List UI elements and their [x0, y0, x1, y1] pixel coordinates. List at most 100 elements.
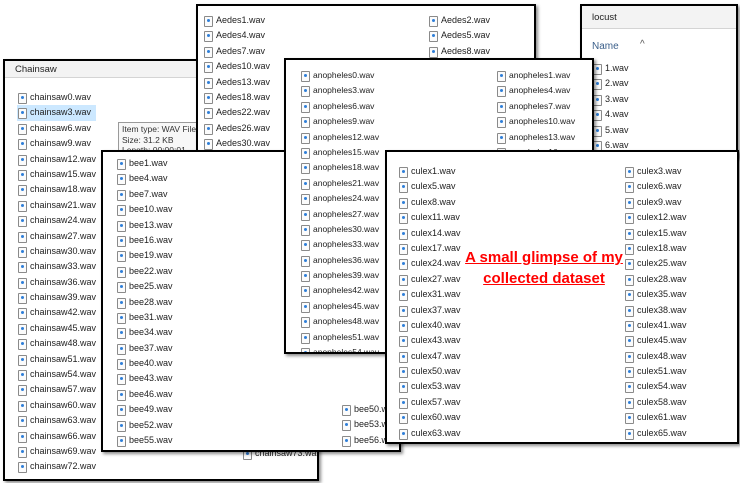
- file-item[interactable]: anopheles9.wav: [300, 114, 379, 129]
- file-item[interactable]: Aedes4.wav: [203, 28, 270, 43]
- file-item[interactable]: anopheles42.wav: [300, 283, 379, 298]
- file-item[interactable]: bee40.wav: [116, 356, 173, 371]
- file-item[interactable]: anopheles4.wav: [496, 83, 575, 98]
- name-column-header[interactable]: Name: [592, 41, 619, 52]
- file-item[interactable]: bee7.wav: [116, 187, 173, 202]
- file-item[interactable]: chainsaw33.wav: [17, 259, 96, 274]
- file-item[interactable]: anopheles51.wav: [300, 330, 379, 345]
- file-item[interactable]: anopheles30.wav: [300, 222, 379, 237]
- file-item[interactable]: anopheles10.wav: [496, 114, 575, 129]
- file-item[interactable]: culex63.wav: [398, 426, 461, 441]
- file-item[interactable]: culex1.wav: [398, 164, 461, 179]
- file-item[interactable]: culex15.wav: [624, 226, 687, 241]
- file-item[interactable]: anopheles39.wav: [300, 268, 379, 283]
- file-item[interactable]: chainsaw39.wav: [17, 290, 96, 305]
- file-item[interactable]: chainsaw42.wav: [17, 305, 96, 320]
- file-item[interactable]: bee34.wav: [116, 325, 173, 340]
- file-item[interactable]: culex3.wav: [624, 164, 687, 179]
- file-item[interactable]: chainsaw57.wav: [17, 382, 96, 397]
- file-item[interactable]: chainsaw30.wav: [17, 244, 96, 259]
- file-item[interactable]: culex60.wav: [398, 410, 461, 425]
- file-item[interactable]: bee19.wav: [116, 248, 173, 263]
- file-item[interactable]: bee28.wav: [116, 295, 173, 310]
- file-item[interactable]: bee4.wav: [116, 171, 173, 186]
- file-item[interactable]: chainsaw45.wav: [17, 321, 96, 336]
- file-item[interactable]: chainsaw63.wav: [17, 413, 96, 428]
- file-item[interactable]: anopheles1.wav: [496, 68, 575, 83]
- file-item[interactable]: culex8.wav: [398, 195, 461, 210]
- file-item[interactable]: culex5.wav: [398, 179, 461, 194]
- file-item[interactable]: bee13.wav: [116, 218, 173, 233]
- file-item[interactable]: culex65.wav: [624, 426, 687, 441]
- file-item[interactable]: anopheles15.wav: [300, 145, 379, 160]
- file-item[interactable]: 2.wav: [592, 76, 629, 91]
- file-item[interactable]: culex45.wav: [624, 333, 687, 348]
- file-item[interactable]: anopheles12.wav: [300, 130, 379, 145]
- file-item[interactable]: culex37.wav: [398, 303, 461, 318]
- file-item[interactable]: chainsaw66.wav: [17, 429, 96, 444]
- file-item[interactable]: anopheles21.wav: [300, 176, 379, 191]
- file-item[interactable]: bee10.wav: [116, 202, 173, 217]
- file-item[interactable]: bee37.wav: [116, 341, 173, 356]
- file-item[interactable]: Aedes1.wav: [203, 13, 270, 28]
- file-item[interactable]: chainsaw60.wav: [17, 398, 96, 413]
- file-item[interactable]: culex58.wav: [624, 395, 687, 410]
- file-item[interactable]: bee16.wav: [116, 233, 173, 248]
- file-item[interactable]: culex14.wav: [398, 226, 461, 241]
- file-item[interactable]: chainsaw48.wav: [17, 336, 96, 351]
- file-item[interactable]: chainsaw51.wav: [17, 352, 96, 367]
- file-item[interactable]: anopheles45.wav: [300, 299, 379, 314]
- file-item[interactable]: Aedes13.wav: [203, 75, 270, 90]
- file-item[interactable]: culex47.wav: [398, 349, 461, 364]
- file-item[interactable]: culex57.wav: [398, 395, 461, 410]
- file-item[interactable]: anopheles24.wav: [300, 191, 379, 206]
- file-item[interactable]: Aedes5.wav: [428, 28, 490, 43]
- file-item[interactable]: Aedes10.wav: [203, 59, 270, 74]
- file-item[interactable]: bee46.wav: [116, 387, 173, 402]
- file-item[interactable]: bee22.wav: [116, 264, 173, 279]
- file-item[interactable]: chainsaw27.wav: [17, 229, 96, 244]
- sort-chevron-icon[interactable]: ^: [640, 39, 645, 50]
- file-item[interactable]: Aedes22.wav: [203, 105, 270, 120]
- file-item[interactable]: chainsaw69.wav: [17, 444, 96, 459]
- file-item[interactable]: chainsaw36.wav: [17, 275, 96, 290]
- file-item[interactable]: anopheles7.wav: [496, 99, 575, 114]
- file-item[interactable]: anopheles27.wav: [300, 207, 379, 222]
- file-item[interactable]: culex11.wav: [398, 210, 461, 225]
- file-item[interactable]: culex41.wav: [624, 318, 687, 333]
- file-item[interactable]: chainsaw0.wav: [17, 90, 96, 105]
- file-item[interactable]: anopheles54.wav: [300, 345, 379, 352]
- file-item[interactable]: Aedes18.wav: [203, 90, 270, 105]
- file-item[interactable]: culex51.wav: [624, 364, 687, 379]
- file-item[interactable]: anopheles36.wav: [300, 253, 379, 268]
- file-item[interactable]: 4.wav: [592, 107, 629, 122]
- file-item[interactable]: culex9.wav: [624, 195, 687, 210]
- file-item[interactable]: Aedes2.wav: [428, 13, 490, 28]
- file-item[interactable]: anopheles0.wav: [300, 68, 379, 83]
- file-item[interactable]: 3.wav: [592, 92, 629, 107]
- file-item[interactable]: Aedes8.wav: [428, 44, 490, 59]
- file-item[interactable]: bee49.wav: [116, 402, 173, 417]
- file-item[interactable]: culex54.wav: [624, 379, 687, 394]
- file-item[interactable]: bee52.wav: [116, 418, 173, 433]
- file-item[interactable]: 5.wav: [592, 123, 629, 138]
- file-item[interactable]: chainsaw54.wav: [17, 367, 96, 382]
- file-item[interactable]: chainsaw15.wav: [17, 167, 96, 182]
- file-item[interactable]: bee31.wav: [116, 310, 173, 325]
- file-item[interactable]: bee43.wav: [116, 371, 173, 386]
- file-item[interactable]: chainsaw21.wav: [17, 198, 96, 213]
- file-item[interactable]: culex12.wav: [624, 210, 687, 225]
- file-item[interactable]: anopheles3.wav: [300, 83, 379, 98]
- file-item[interactable]: chainsaw24.wav: [17, 213, 96, 228]
- file-item[interactable]: chainsaw72.wav: [17, 459, 96, 474]
- file-item[interactable]: anopheles13.wav: [496, 130, 575, 145]
- file-item[interactable]: culex38.wav: [624, 303, 687, 318]
- file-item[interactable]: culex61.wav: [624, 410, 687, 425]
- file-item[interactable]: bee25.wav: [116, 279, 173, 294]
- file-item[interactable]: bee55.wav: [116, 433, 173, 448]
- file-item[interactable]: culex40.wav: [398, 318, 461, 333]
- file-item[interactable]: culex43.wav: [398, 333, 461, 348]
- file-item[interactable]: culex53.wav: [398, 379, 461, 394]
- file-item[interactable]: culex48.wav: [624, 349, 687, 364]
- file-item[interactable]: anopheles33.wav: [300, 237, 379, 252]
